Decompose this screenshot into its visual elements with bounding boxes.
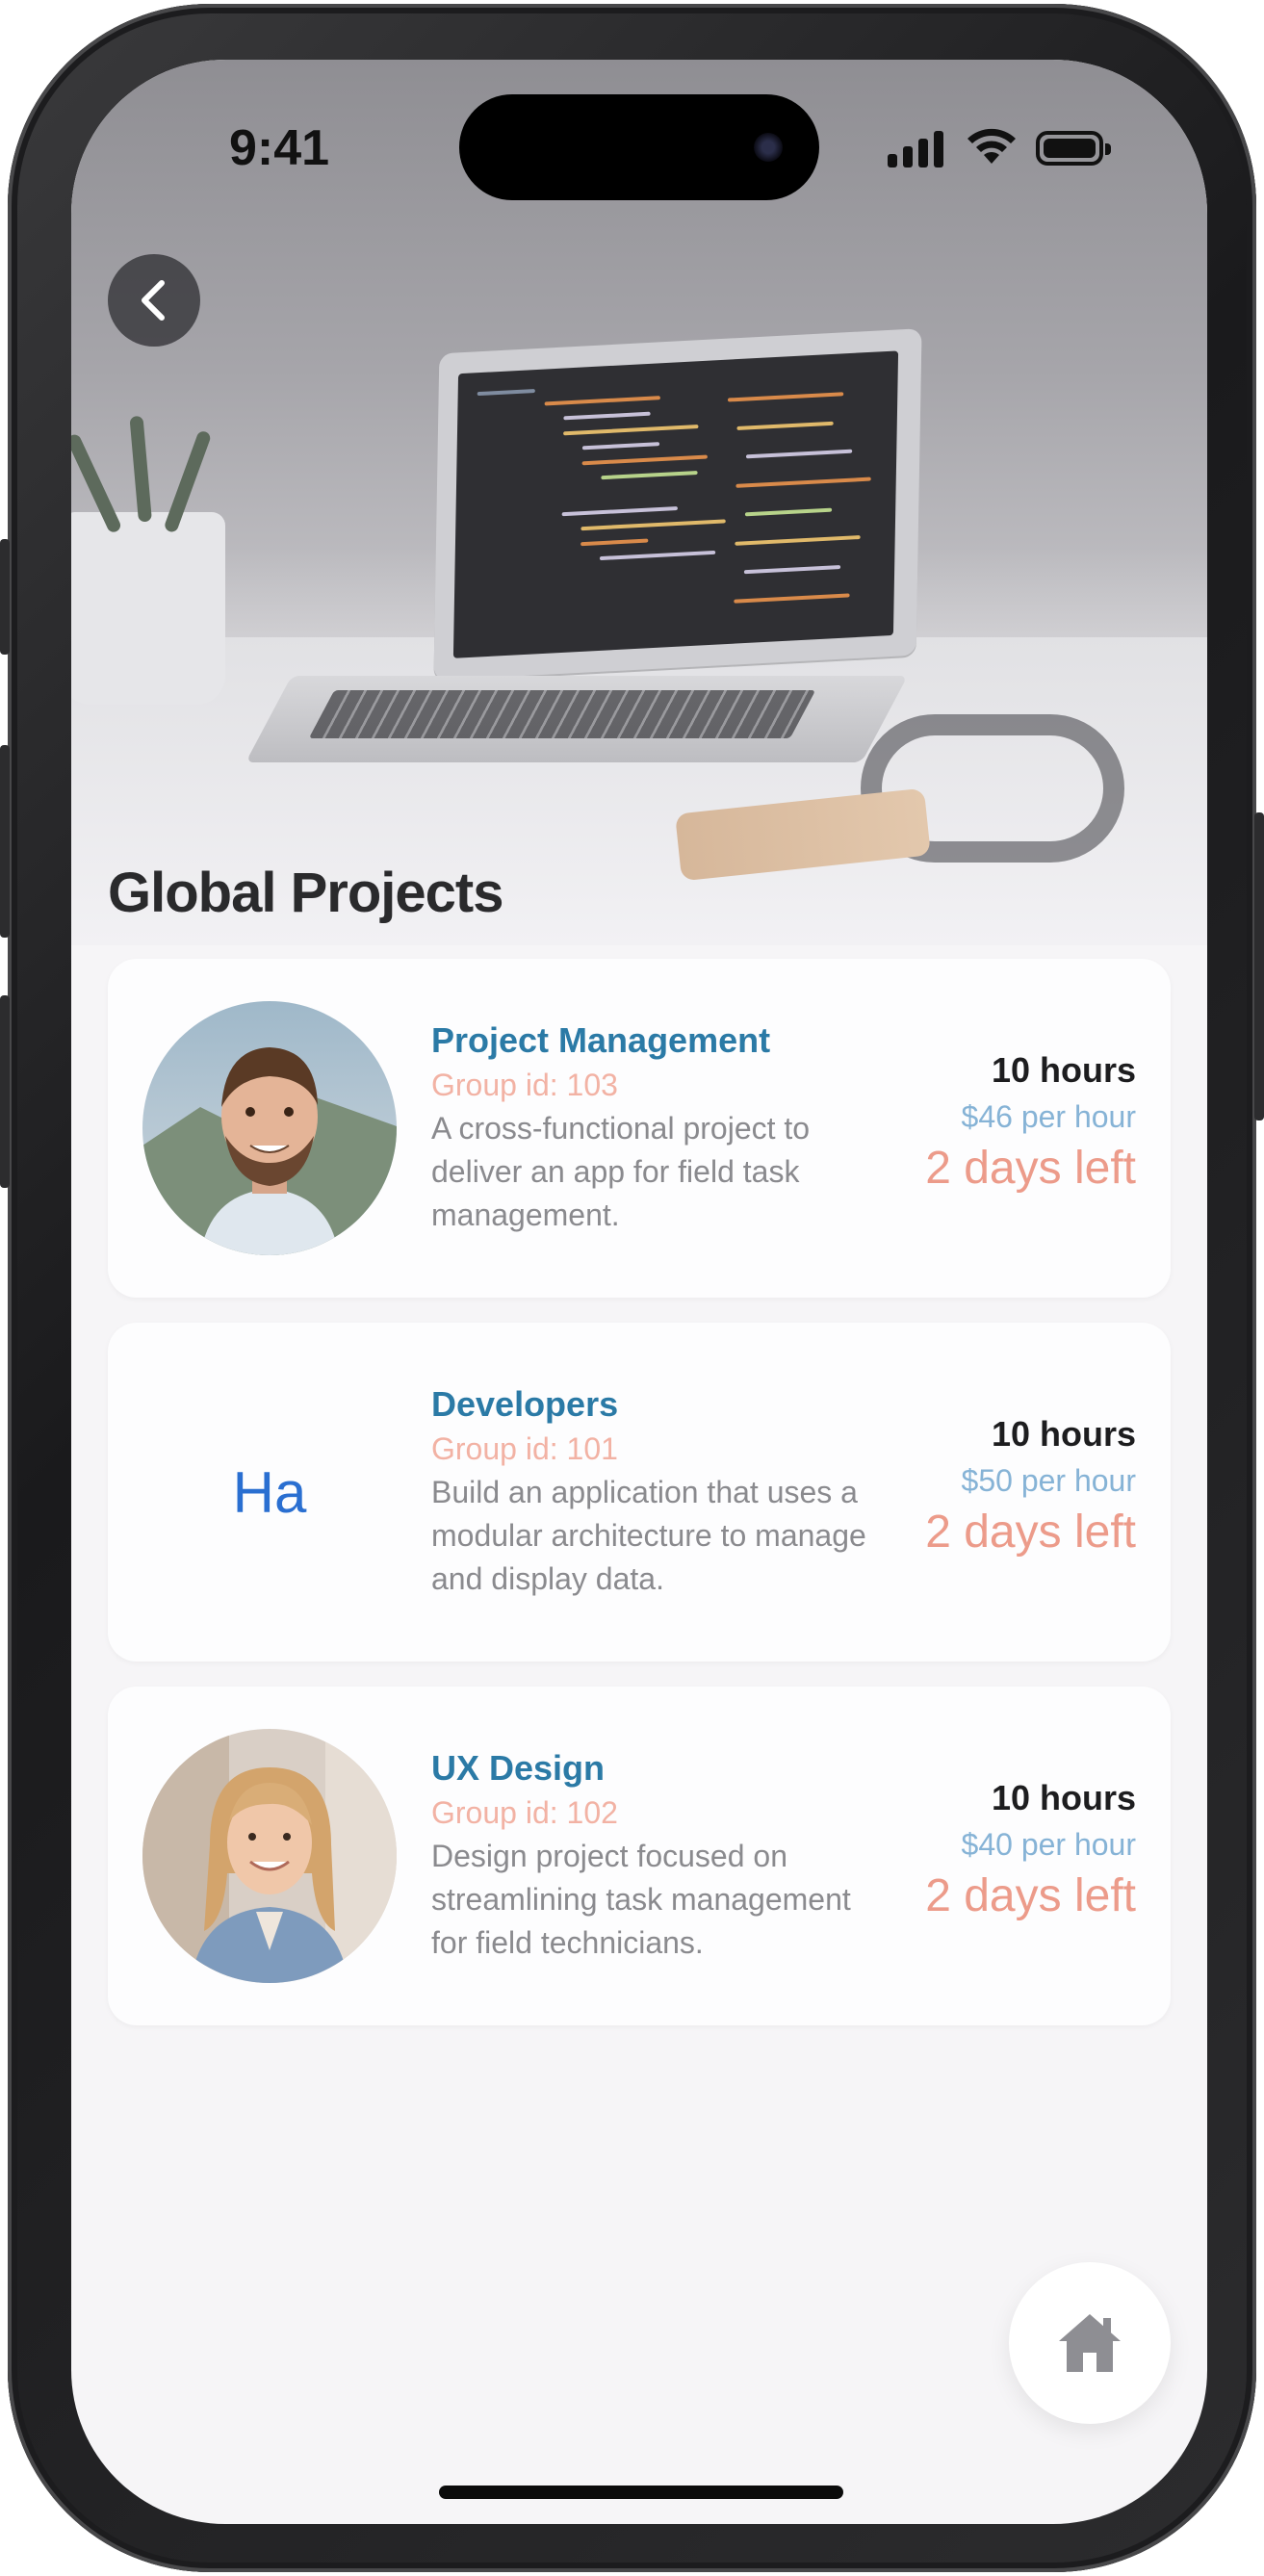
side-button: [0, 539, 10, 655]
dynamic-island: [459, 94, 819, 200]
project-card[interactable]: UX Design Group id: 102 Design project f…: [108, 1687, 1171, 2025]
cellular-signal-icon: [888, 131, 945, 167]
project-meta: 10 hours $40 per hour 2 days left: [925, 1775, 1136, 1925]
project-card[interactable]: Ha Developers Group id: 101 Build an app…: [108, 1323, 1171, 1662]
laptop-keyboard: [308, 690, 816, 738]
project-title: UX Design: [431, 1748, 606, 1788]
page-title: Global Projects: [108, 862, 503, 924]
home-indicator[interactable]: [439, 2486, 843, 2499]
days-left: 2 days left: [925, 1507, 1136, 1558]
home-icon: [1059, 2314, 1121, 2372]
back-button[interactable]: [108, 254, 200, 347]
project-rate: $40 per hour: [961, 1827, 1136, 1862]
days-left: 2 days left: [925, 1870, 1136, 1921]
project-description: Build an application that uses a modular…: [431, 1475, 866, 1596]
chevron-left-icon: [142, 280, 165, 321]
volume-up-button: [0, 745, 10, 938]
volume-down-button: [0, 995, 10, 1188]
project-rate: $50 per hour: [961, 1463, 1136, 1498]
battery-icon: [1036, 131, 1111, 166]
project-description: Design project focused on streamlining t…: [431, 1839, 851, 1960]
project-title: Project Management: [431, 1020, 771, 1060]
project-hours: 10 hours: [991, 1414, 1136, 1454]
avatar-initials: Ha: [232, 1459, 307, 1525]
project-title: Developers: [431, 1384, 619, 1424]
group-id: Group id: 101: [431, 1431, 618, 1466]
home-button[interactable]: [1009, 2262, 1171, 2424]
front-camera: [754, 133, 783, 162]
status-time: 9:41: [229, 120, 330, 176]
code-display: [452, 350, 899, 658]
project-description: A cross-functional project to deliver an…: [431, 1111, 811, 1232]
avatar-photo-woman: [142, 1729, 397, 1983]
project-card[interactable]: Project Management Group id: 103 A cross…: [108, 959, 1171, 1298]
phone-frame: 9:41 Global Projects Project Management …: [0, 4, 1264, 2572]
project-info: UX Design Group id: 102 Design project f…: [431, 1746, 893, 1965]
project-info: Project Management Group id: 103 A cross…: [431, 1018, 893, 1237]
project-rate: $46 per hour: [961, 1099, 1136, 1134]
power-button: [1254, 812, 1264, 1121]
avatar: [142, 1001, 397, 1255]
project-hours: 10 hours: [991, 1050, 1136, 1090]
plant-pot: [71, 512, 225, 705]
avatar-photo-man: [142, 1001, 397, 1255]
group-id: Group id: 103: [431, 1068, 618, 1102]
wifi-icon: [967, 128, 1016, 164]
project-info: Developers Group id: 101 Build an applic…: [431, 1382, 893, 1601]
app-screen: 9:41 Global Projects Project Management …: [71, 60, 1207, 2524]
days-left: 2 days left: [925, 1143, 1136, 1194]
avatar: [142, 1729, 397, 1983]
project-meta: 10 hours $50 per hour 2 days left: [925, 1411, 1136, 1561]
laptop-screen: [433, 328, 922, 681]
plant-leaf: [129, 415, 152, 523]
group-id: Group id: 102: [431, 1795, 618, 1830]
project-meta: 10 hours $46 per hour 2 days left: [925, 1047, 1136, 1198]
project-hours: 10 hours: [991, 1778, 1136, 1817]
